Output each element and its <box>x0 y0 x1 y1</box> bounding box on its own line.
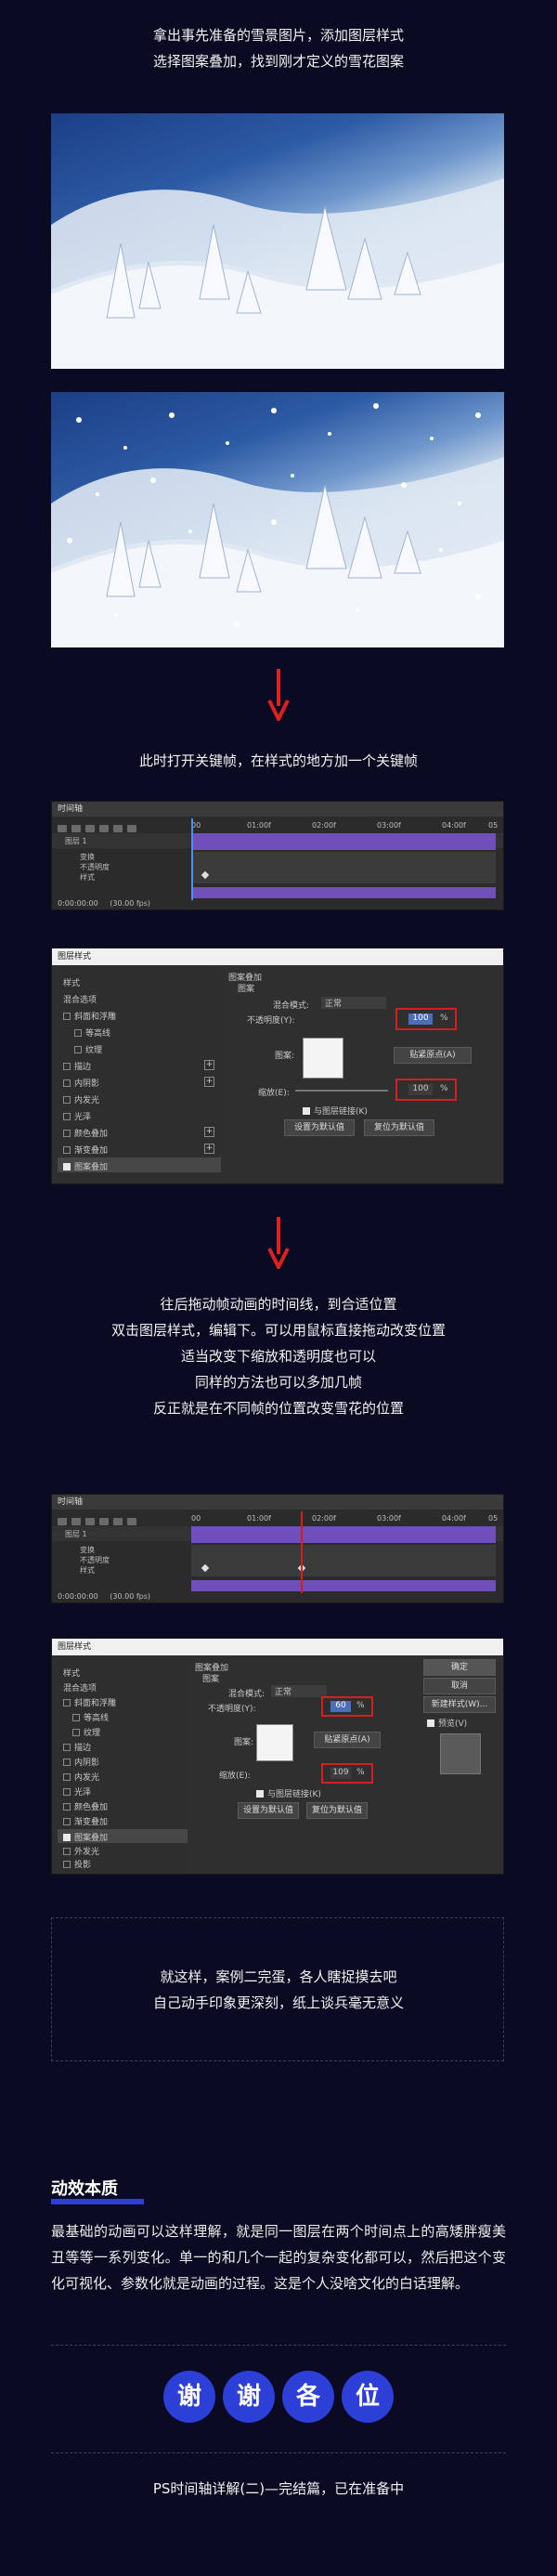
down-arrow-icon <box>267 1217 290 1272</box>
style-list: 样式 混合选项 斜面和浮雕 等高线 纹理 描边 内阴影 内发光 光泽 颜色叠加 … <box>58 969 221 1181</box>
link-layer-checkbox[interactable]: 与图层链接(K) <box>303 1105 368 1117</box>
section-title: 动效本质 <box>51 2179 118 2199</box>
style-color-overlay[interactable]: 颜色叠加 <box>63 1127 108 1139</box>
style-pattern-overlay[interactable]: 图案叠加 <box>58 1157 221 1172</box>
scale-input[interactable]: 100 <box>408 1084 433 1095</box>
summary-text: 就这样，案例二完蛋，各人瞎捉摸去吧 自己动手印象更深刻，纸上谈兵毫无意义 <box>152 1968 404 2011</box>
intro-line-2: 选择图案叠加，找到刚才定义的雪花图案 <box>152 53 404 70</box>
playhead[interactable] <box>191 818 193 900</box>
divider <box>51 2452 506 2453</box>
add-color-overlay-icon[interactable]: + <box>204 1127 214 1137</box>
style-gradient-overlay[interactable]: 渐变叠加 <box>63 1144 108 1156</box>
split-icon[interactable] <box>127 825 136 832</box>
timeline-footer: 0:00:00:00 (30.00 fps) <box>58 899 151 908</box>
style-list: 样式 混合选项 斜面和浮雕 等高线 纹理 描边 内阴影 内发光 光泽 颜色叠加 … <box>58 1659 188 1871</box>
set-default-button[interactable]: 设置为默认值 <box>284 1119 355 1136</box>
first-frame-icon[interactable] <box>58 825 67 832</box>
timeline-ruler: 00 01:00f 02:00f 03:00f 04:00f 05 <box>191 821 499 830</box>
opacity-input[interactable]: 60 <box>330 1701 351 1712</box>
style-inner-glow[interactable]: 内发光 <box>63 1093 99 1105</box>
divider <box>51 2345 506 2346</box>
new-style-button[interactable]: 新建样式(W)... <box>423 1696 496 1713</box>
thanks-char: 谢 <box>223 2371 275 2423</box>
scale-percent: % <box>440 1084 448 1093</box>
style-inner-shadow[interactable]: 内阴影 <box>63 1077 99 1089</box>
playhead[interactable] <box>301 1511 303 1593</box>
pattern-swatch[interactable] <box>256 1724 293 1761</box>
thanks-char: 位 <box>342 2371 394 2423</box>
blending-options[interactable]: 混合选项 <box>63 993 97 1005</box>
style-bevel[interactable]: 斜面和浮雕 <box>63 1010 116 1022</box>
preview-thumbnail <box>440 1733 481 1774</box>
style-stroke[interactable]: 描边 <box>63 1060 91 1072</box>
style-satin[interactable]: 光泽 <box>63 1110 91 1122</box>
timeline-title: 时间轴 <box>52 802 503 817</box>
opacity-input[interactable]: 100 <box>408 1013 433 1025</box>
style-contour[interactable]: 等高线 <box>74 1026 110 1039</box>
pattern-label: 图案: <box>275 1052 295 1061</box>
prev-frame-icon[interactable] <box>71 1518 81 1525</box>
opacity-percent: % <box>440 1013 448 1023</box>
middle-text: 往后拖动帧动画的时间线，到合适位置 双击图层样式，编辑下。可以用鼠标直接拖动改变… <box>110 1296 446 1417</box>
audio-icon[interactable] <box>113 825 123 832</box>
prev-frame-icon[interactable] <box>71 825 81 832</box>
reset-default-button[interactable]: 复位为默认值 <box>364 1119 434 1136</box>
essence-paragraph: 最基础的动画可以这样理解，就是同一图层在两个时间点上的高矮胖瘦美丑等等一系列变化… <box>51 2223 506 2292</box>
next-frame-icon[interactable] <box>99 1518 109 1525</box>
first-frame-icon[interactable] <box>58 1518 67 1525</box>
layer-style-dialog-2: 图层样式 样式 混合选项 斜面和浮雕 等高线 纹理 描边 内阴影 内发光 光泽 … <box>51 1638 504 1875</box>
style-texture[interactable]: 纹理 <box>74 1043 102 1055</box>
cancel-button[interactable]: 取消 <box>423 1678 496 1694</box>
snow-photo-after <box>51 392 504 647</box>
audio-track-bar <box>191 887 496 898</box>
blend-mode-select[interactable]: 正常 <box>321 997 386 1009</box>
scale-slider[interactable] <box>295 1090 388 1092</box>
subsection-title: 图案 <box>238 985 255 994</box>
dialog-title: 图层样式 <box>52 948 503 965</box>
add-gradient-overlay-icon[interactable]: + <box>204 1144 214 1154</box>
pattern-swatch[interactable] <box>303 1038 343 1079</box>
timeline-panel-2: 时间轴 00 01:00f 02:00f 03:00f 04:00f 05 图层… <box>51 1494 504 1603</box>
layer-clip-bar[interactable] <box>191 1526 496 1543</box>
ok-button[interactable]: 确定 <box>423 1659 496 1676</box>
thanks-char: 各 <box>282 2371 334 2423</box>
property-list: 变换 不透明度 样式 <box>80 853 110 882</box>
snow-photo-before <box>51 113 504 369</box>
add-inner-shadow-icon[interactable]: + <box>204 1077 214 1087</box>
layer-clip-bar[interactable] <box>191 833 496 850</box>
intro-text: 拿出事先准备的雪景图片，添加图层样式 选择图案叠加，找到刚才定义的雪花图案 <box>0 22 557 74</box>
style-header: 样式 <box>63 979 81 988</box>
play-icon[interactable] <box>85 825 95 832</box>
opacity-label: 不透明度(Y): <box>247 1016 295 1026</box>
split-icon[interactable] <box>127 1518 136 1525</box>
down-arrow-icon <box>267 669 290 724</box>
thanks-char: 谢 <box>163 2371 215 2423</box>
preview-checkbox[interactable]: 预览(V) <box>427 1717 467 1729</box>
timeline-panel: 时间轴 00 01:00f 02:00f 03:00f 04:00f 05 图层… <box>51 801 504 910</box>
next-frame-icon[interactable] <box>99 825 109 832</box>
timeline-ruler: 00 01:00f 02:00f 03:00f 04:00f 05 <box>191 1514 499 1523</box>
audio-icon[interactable] <box>113 1518 123 1525</box>
snap-origin-button[interactable]: 贴紧原点(A) <box>394 1047 472 1064</box>
footer-text: PS时间轴详解(二)—完结篇，已在准备中 <box>152 2480 405 2497</box>
play-icon[interactable] <box>85 1518 95 1525</box>
property-track <box>191 852 496 883</box>
intro-line-1: 拿出事先准备的雪景图片，添加图层样式 <box>152 27 404 44</box>
keyframe-instruction: 此时打开关键帧，在样式的地方加一个关键帧 <box>138 752 418 769</box>
blend-mode-label: 混合模式: <box>273 1001 310 1011</box>
scale-label: 缩放(E): <box>258 1089 290 1098</box>
scale-input[interactable]: 109 <box>330 1768 351 1779</box>
layer-style-dialog: 图层样式 样式 混合选项 斜面和浮雕 等高线 纹理 描边 内阴影 内发光 光泽 … <box>51 948 504 1184</box>
add-stroke-icon[interactable]: + <box>204 1060 214 1070</box>
